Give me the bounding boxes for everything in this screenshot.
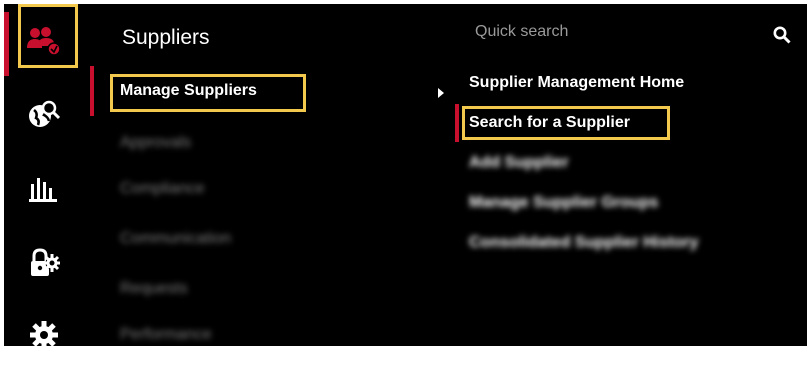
rail-item-analytics[interactable] <box>4 156 84 222</box>
submenu-item-add-supplier[interactable]: Add Supplier <box>469 154 569 172</box>
rail-item-settings[interactable] <box>4 302 84 346</box>
rail-item-discovery[interactable] <box>4 82 84 148</box>
submenu-item-supplier-management-home[interactable]: Supplier Management Home <box>469 74 684 92</box>
menu-item-compliance[interactable]: Compliance <box>120 180 204 198</box>
submenu-item-manage-supplier-groups[interactable]: Manage Supplier Groups <box>469 194 658 212</box>
gear-icon <box>29 320 59 346</box>
submenu-item-consolidated-history[interactable]: Consolidated Supplier History <box>469 234 698 252</box>
lock-gear-icon <box>28 247 60 279</box>
selected-indicator <box>90 66 94 116</box>
supplier-nav-menu: Suppliers Manage Suppliers Approvals Com… <box>4 4 807 346</box>
menu-item-communication[interactable]: Communication <box>120 230 231 248</box>
submenu-selected-indicator <box>455 104 459 142</box>
globe-search-icon <box>28 100 60 130</box>
search-input[interactable]: Quick search <box>475 23 568 41</box>
icon-rail <box>4 4 84 346</box>
search-icon[interactable] <box>773 26 791 49</box>
column-title: Suppliers <box>122 26 210 49</box>
bar-chart-icon <box>29 176 59 202</box>
menu-item-requests[interactable]: Requests <box>120 280 188 298</box>
search-supplier-highlight-box <box>462 106 670 140</box>
rail-highlight-box <box>18 4 78 68</box>
rail-item-security[interactable] <box>4 230 84 296</box>
suppliers-menu-column: Suppliers Manage Suppliers Approvals Com… <box>90 4 428 346</box>
menu-item-performance[interactable]: Performance <box>120 326 212 344</box>
menu-item-approvals[interactable]: Approvals <box>120 134 191 152</box>
submenu-caret-icon <box>438 88 444 98</box>
manage-suppliers-highlight-box <box>110 74 306 112</box>
